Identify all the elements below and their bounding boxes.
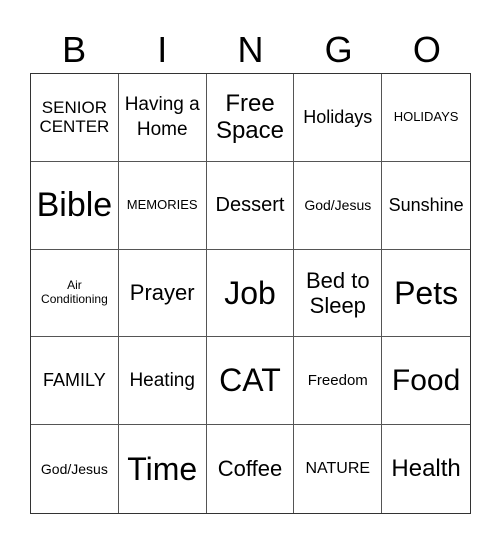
bingo-cell[interactable]: Holidays — [294, 74, 383, 162]
header-letter-b: B — [62, 29, 87, 70]
bingo-cell[interactable]: FAMILY — [31, 337, 119, 426]
bingo-cell[interactable]: Freedom — [294, 337, 383, 426]
bingo-cell[interactable]: Heating — [118, 337, 207, 426]
free-space-cell[interactable]: Free Space — [206, 74, 295, 162]
bingo-cell[interactable]: Job — [206, 249, 295, 338]
bingo-cell[interactable]: Coffee — [207, 425, 295, 513]
bingo-board: SENIOR CENTER Having a Home Free Space H… — [30, 73, 471, 514]
bingo-cell[interactable]: Air Conditioning — [31, 249, 119, 338]
bingo-cell[interactable]: Food — [382, 337, 470, 426]
header-letter-o: O — [412, 29, 441, 70]
bingo-cell[interactable]: HOLIDAYS — [382, 74, 470, 162]
header-letter-i: I — [157, 29, 168, 70]
bingo-cell[interactable]: Time — [119, 425, 207, 513]
header-letter-n: N — [237, 29, 264, 70]
bingo-cell[interactable]: Dessert — [206, 161, 295, 250]
bingo-cell[interactable]: God/Jesus — [294, 161, 383, 250]
bingo-cell[interactable]: Bed to Sleep — [294, 249, 383, 338]
bingo-cell[interactable]: Pets — [382, 250, 470, 338]
bingo-cell[interactable]: Health — [382, 425, 470, 513]
bingo-cell[interactable]: God/Jesus — [31, 425, 119, 513]
bingo-header: B I N G O — [30, 26, 471, 73]
header-letter-g: G — [324, 29, 353, 70]
bingo-cell[interactable]: Sunshine — [382, 162, 470, 250]
bingo-cell[interactable]: MEMORIES — [118, 161, 207, 250]
bingo-cell[interactable]: CAT — [206, 337, 295, 426]
bingo-cell[interactable]: SENIOR CENTER — [31, 74, 119, 162]
bingo-cell[interactable]: Prayer — [118, 249, 207, 338]
bingo-cell[interactable]: Having a Home — [118, 74, 207, 162]
bingo-cell[interactable]: NATURE — [294, 425, 383, 513]
bingo-cell[interactable]: Bible — [31, 161, 119, 250]
